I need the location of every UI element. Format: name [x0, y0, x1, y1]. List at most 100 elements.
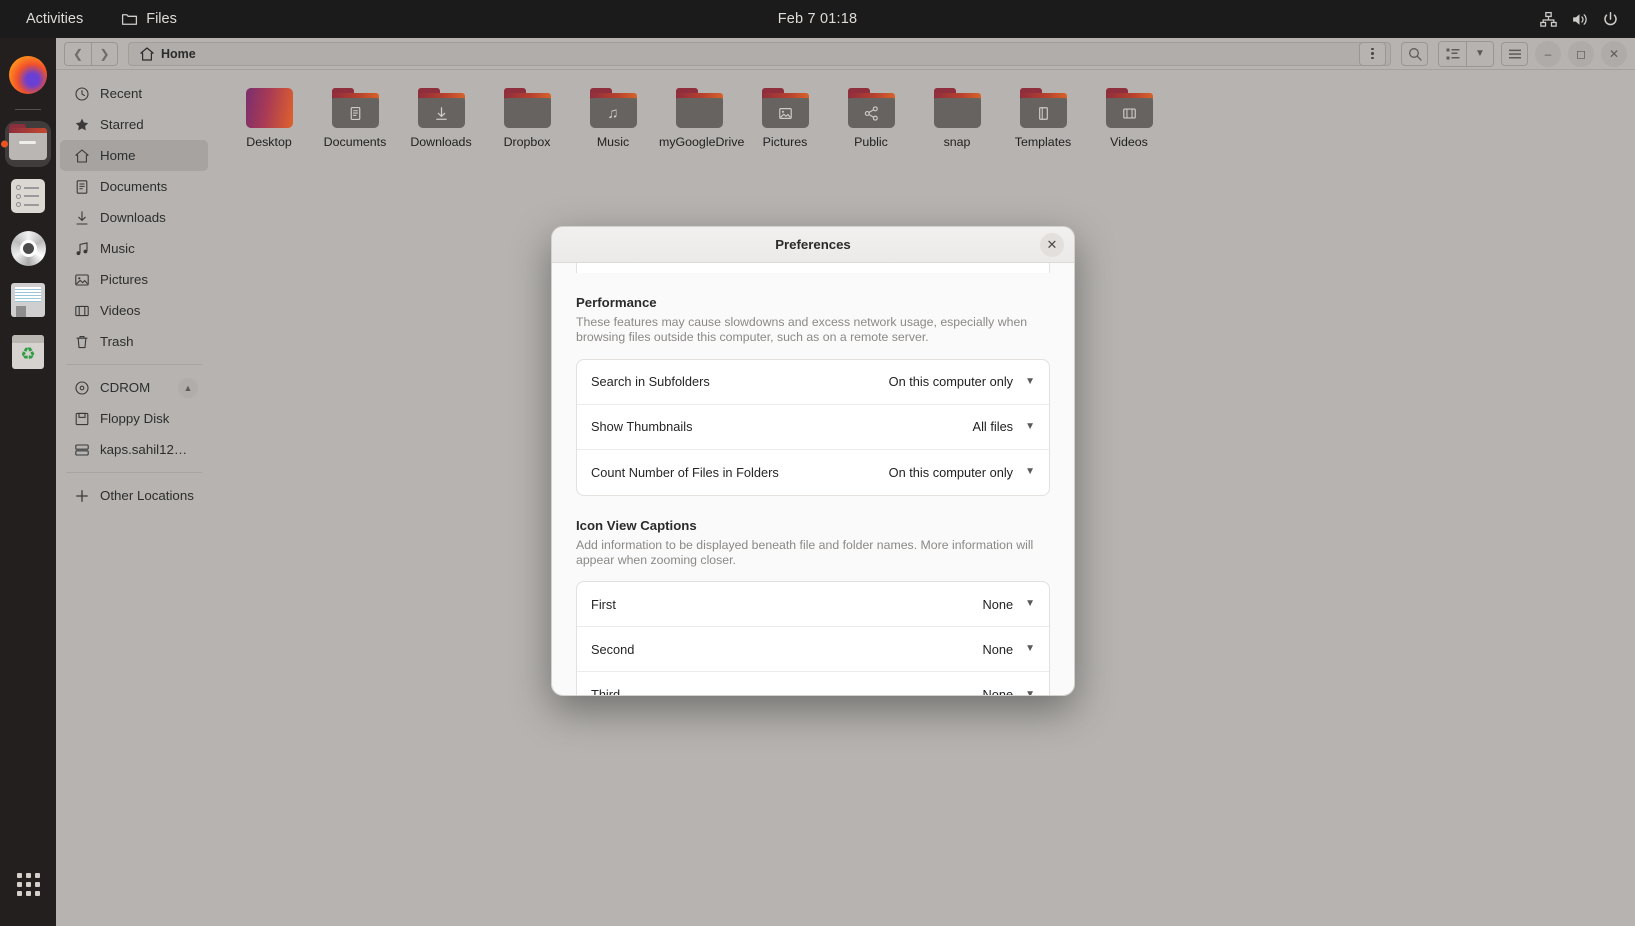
sidebar-item-recent[interactable]: Recent	[60, 78, 208, 109]
show-applications-button[interactable]	[0, 873, 56, 896]
file-item-desktop[interactable]: Desktop	[226, 84, 312, 154]
file-label: Pictures	[762, 135, 808, 149]
folder-icon	[847, 88, 895, 128]
network-icon	[1540, 11, 1557, 27]
chevron-down-icon: ▼	[1025, 420, 1035, 432]
file-item-pictures[interactable]: Pictures	[742, 84, 828, 154]
music-glyph-icon: ♫	[607, 104, 619, 122]
chevron-down-icon: ▼	[1025, 375, 1035, 387]
folder-icon	[417, 88, 465, 128]
file-item-mygoogledrive[interactable]: myGoogleDrive	[656, 84, 744, 154]
sidebar-item-pictures[interactable]: Pictures	[60, 264, 208, 295]
sidebar-item-other-locations[interactable]: Other Locations	[60, 480, 208, 511]
pref-row-show-thumbnails[interactable]: Show Thumbnails All files ▼	[577, 405, 1049, 450]
file-item-templates[interactable]: Templates	[1000, 84, 1086, 154]
pref-value-dropdown[interactable]: None ▼	[983, 687, 1036, 695]
sidebar-label: Music	[100, 241, 135, 256]
pref-value-dropdown[interactable]: None ▼	[983, 597, 1036, 612]
cd-disc-icon	[10, 230, 46, 266]
pref-value-dropdown[interactable]: On this computer only ▼	[889, 374, 1035, 389]
download-glyph-icon	[435, 106, 447, 120]
forward-button[interactable]: ❯	[91, 41, 118, 66]
plus-icon	[76, 489, 88, 502]
file-item-videos[interactable]: Videos	[1086, 84, 1172, 154]
dock-item-files[interactable]	[5, 121, 51, 167]
document-icon	[76, 179, 88, 194]
sidebar-item-starred[interactable]: Starred	[60, 109, 208, 140]
file-item-dropbox[interactable]: Dropbox	[484, 84, 570, 154]
folder-icon	[1019, 88, 1067, 128]
folder-icon	[331, 88, 379, 128]
sidebar-item-trash[interactable]: Trash	[60, 326, 208, 357]
pref-row-second[interactable]: Second None ▼	[577, 627, 1049, 673]
dock-item-cdrom[interactable]	[5, 225, 51, 271]
sidebar-label: Downloads	[100, 210, 166, 225]
dock-item-floppy[interactable]	[5, 277, 51, 323]
pref-label: Second	[591, 641, 635, 657]
path-menu-button[interactable]	[1359, 41, 1386, 66]
maximize-button[interactable]: ◻	[1568, 40, 1594, 67]
folder-icon	[761, 88, 809, 128]
activities-label: Activities	[26, 11, 84, 27]
sidebar-item-documents[interactable]: Documents	[60, 171, 208, 202]
clock-icon	[75, 86, 89, 101]
search-icon	[1408, 47, 1422, 61]
view-options-button[interactable]: ▼	[1466, 41, 1493, 66]
file-item-public[interactable]: Public	[828, 84, 914, 154]
menu-icon	[1508, 49, 1521, 58]
file-item-documents[interactable]: Documents	[312, 84, 398, 154]
system-tray[interactable]	[1540, 11, 1635, 28]
breadcrumb-home[interactable]: Home	[139, 46, 196, 62]
file-item-music[interactable]: ♫ Music	[570, 84, 656, 154]
back-button[interactable]: ❮	[64, 41, 91, 66]
pref-value-dropdown[interactable]: On this computer only ▼	[889, 465, 1035, 480]
file-label: Desktop	[246, 135, 292, 149]
file-item-downloads[interactable]: Downloads	[398, 84, 484, 154]
clock[interactable]: Feb 7 01:18	[0, 11, 1635, 27]
sidebar-label: Other Locations	[100, 488, 194, 503]
sidebar-label: Home	[100, 148, 136, 163]
sidebar-item-downloads[interactable]: Downloads	[60, 202, 208, 233]
sidebar-item-home[interactable]: Home	[60, 140, 208, 171]
pref-row-third[interactable]: Third None ▼	[577, 672, 1049, 695]
places-sidebar: Recent Starred Home Documents Downloads …	[56, 70, 212, 926]
main-menu-button[interactable]	[1501, 41, 1528, 66]
pref-row-count-number-of-files[interactable]: Count Number of Files in Folders On this…	[577, 450, 1049, 495]
sidebar-item-floppy-disk[interactable]: Floppy Disk	[60, 403, 208, 434]
eject-button[interactable]: ▲	[178, 377, 198, 398]
dock-item-trash[interactable]: ♻	[5, 329, 51, 375]
sidebar-item-network-drive[interactable]: kaps.sahil12@gm…	[60, 434, 208, 465]
minimize-button[interactable]: –	[1535, 40, 1561, 67]
app-menu-files[interactable]: Files	[113, 8, 185, 31]
dock-item-firefox[interactable]	[5, 52, 51, 98]
trash-icon	[76, 335, 88, 348]
view-list-button[interactable]	[1439, 41, 1466, 66]
path-bar[interactable]: Home	[128, 41, 1391, 66]
pref-value: None	[982, 641, 1014, 657]
drive-icon	[75, 443, 89, 456]
dialog-close-button[interactable]: ✕	[1040, 232, 1064, 257]
folder-icon	[675, 88, 723, 128]
pref-row-search-in-subfolders[interactable]: Search in Subfolders On this computer on…	[577, 360, 1049, 405]
pref-value: All files	[972, 419, 1014, 435]
folder-icon	[1105, 88, 1153, 128]
sidebar-item-music[interactable]: Music	[60, 233, 208, 264]
sidebar-label: Recent	[100, 86, 143, 101]
floppy-disk-icon	[11, 283, 45, 317]
dialog-content[interactable]: Performance These features may cause slo…	[552, 263, 1074, 695]
sidebar-item-videos[interactable]: Videos	[60, 295, 208, 326]
pref-value-dropdown[interactable]: All files ▼	[973, 419, 1035, 434]
path-menu-icon	[1371, 47, 1374, 60]
section-description-performance: These features may cause slowdowns and e…	[576, 315, 1028, 345]
search-button[interactable]	[1401, 41, 1428, 66]
activities-button[interactable]: Activities	[18, 8, 91, 30]
sidebar-item-cdrom[interactable]: CDROM ▲	[60, 372, 208, 403]
image-glyph-icon	[778, 107, 792, 119]
file-label: Templates	[1014, 135, 1072, 149]
pref-label: Third	[591, 687, 621, 695]
dock-item-software[interactable]	[5, 173, 51, 219]
pref-row-first[interactable]: First None ▼	[577, 582, 1049, 628]
file-item-snap[interactable]: snap	[914, 84, 1000, 154]
pref-value-dropdown[interactable]: None ▼	[983, 642, 1036, 657]
close-button[interactable]: ✕	[1601, 40, 1627, 67]
